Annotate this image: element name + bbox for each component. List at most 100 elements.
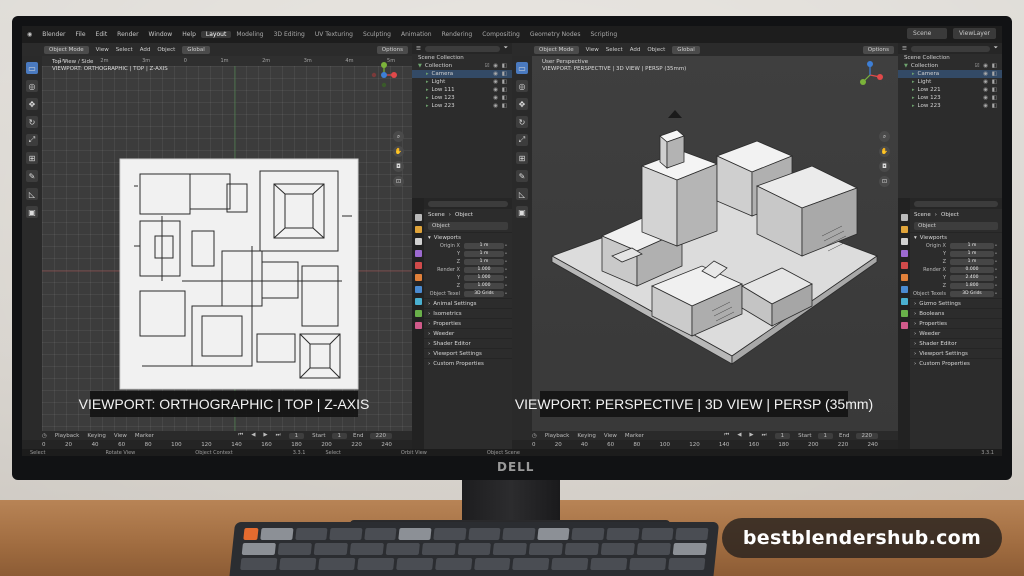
keyframe-dot-icon[interactable]: • bbox=[504, 251, 508, 257]
section-header[interactable]: › Viewport Settings bbox=[424, 348, 512, 358]
number-field[interactable]: 1 m bbox=[464, 243, 504, 249]
keyframe-dot-icon[interactable]: • bbox=[994, 291, 998, 297]
properties-search-input[interactable] bbox=[914, 200, 998, 207]
outliner-search-input[interactable] bbox=[424, 45, 500, 52]
data-tab-icon[interactable] bbox=[414, 310, 422, 317]
menu-select[interactable]: Select bbox=[116, 47, 133, 53]
material-tab-icon[interactable] bbox=[414, 322, 422, 329]
timeline-type-icon[interactable]: ◷ bbox=[42, 433, 47, 439]
transform-icon[interactable]: ⊞ bbox=[516, 152, 528, 164]
section-header[interactable]: › Shader Editor bbox=[910, 338, 1002, 348]
scale-icon[interactable]: ⤢ bbox=[26, 134, 38, 146]
section-header[interactable]: › Weeder bbox=[910, 328, 1002, 338]
keyframe-dot-icon[interactable]: • bbox=[504, 275, 508, 281]
outliner-row[interactable]: ▼ Collection ☑ ◉ ◧ bbox=[412, 62, 512, 70]
section-header[interactable]: › Viewport Settings bbox=[910, 348, 1002, 358]
keyframe-dot-icon[interactable]: • bbox=[504, 291, 508, 297]
visibility-icons[interactable]: ☑ ◉ ◧ bbox=[485, 63, 512, 69]
tab-compositing[interactable]: Compositing bbox=[477, 31, 525, 38]
outliner-type-icon[interactable]: ☰ bbox=[902, 46, 907, 52]
navigation-gizmo-icon[interactable] bbox=[370, 61, 398, 89]
section-header[interactable]: › Custom Properties bbox=[910, 358, 1002, 368]
end-frame-field[interactable]: 220 bbox=[855, 432, 878, 439]
play-reverse-icon[interactable]: ◀ bbox=[737, 432, 741, 439]
modifier-tab-icon[interactable] bbox=[414, 286, 422, 293]
outliner-row[interactable]: ▸ Camera ◉ ◧ bbox=[898, 70, 1002, 78]
viewport-orthographic[interactable]: Object Mode View Select Add Object Globa… bbox=[22, 43, 412, 431]
view-layer-tab-icon[interactable] bbox=[414, 250, 422, 257]
mode-selector[interactable]: Object Mode bbox=[534, 45, 579, 54]
jump-end-icon[interactable]: ⏭ bbox=[762, 432, 767, 439]
add-cube-icon[interactable]: ▣ bbox=[26, 206, 38, 218]
visibility-icons[interactable]: ◉ ◧ bbox=[983, 95, 1002, 101]
tool-tab-icon[interactable] bbox=[414, 214, 422, 221]
tab-animation[interactable]: Animation bbox=[396, 31, 437, 38]
menu-select[interactable]: Select bbox=[606, 47, 623, 53]
zoom-icon[interactable]: ⌕ bbox=[393, 131, 404, 142]
section-header[interactable]: › Custom Properties bbox=[424, 358, 512, 368]
menu-render[interactable]: Render bbox=[112, 31, 143, 38]
jump-end-icon[interactable]: ⏭ bbox=[276, 432, 281, 439]
tab-layout[interactable]: Layout bbox=[200, 31, 232, 38]
tab-scripting[interactable]: Scripting bbox=[585, 31, 622, 38]
tab-rendering[interactable]: Rendering bbox=[437, 31, 478, 38]
cursor-icon[interactable]: ◎ bbox=[26, 80, 38, 92]
visibility-icons[interactable]: ☑ ◉ ◧ bbox=[975, 63, 1002, 69]
rotate-icon[interactable]: ↻ bbox=[516, 116, 528, 128]
play-icon[interactable]: ▶ bbox=[263, 432, 267, 439]
outliner-row[interactable]: ▸ Low 223 ◉ ◧ bbox=[898, 102, 1002, 110]
outliner-row[interactable]: ▸ Low 111 ◉ ◧ bbox=[412, 86, 512, 94]
tool-tab-icon[interactable] bbox=[900, 214, 908, 221]
timeline-type-icon[interactable]: ◷ bbox=[532, 433, 537, 439]
tab-3d-editing[interactable]: 3D Editing bbox=[269, 31, 310, 38]
camera-icon[interactable]: ◘ bbox=[393, 161, 404, 172]
section-header[interactable]: ▾ Viewports bbox=[424, 232, 512, 242]
timeline-ruler[interactable]: 0 20 40 60 80 100 120 140 160 180 200 22… bbox=[22, 440, 412, 449]
visibility-icons[interactable]: ◉ ◧ bbox=[493, 87, 512, 93]
keyframe-dot-icon[interactable]: • bbox=[994, 243, 998, 249]
add-cube-icon[interactable]: ▣ bbox=[516, 206, 528, 218]
output-tab-icon[interactable] bbox=[900, 238, 908, 245]
scene-tab-icon[interactable] bbox=[900, 262, 908, 269]
visibility-icons[interactable]: ◉ ◧ bbox=[983, 103, 1002, 109]
section-header[interactable]: › Shader Editor bbox=[424, 338, 512, 348]
viewport-perspective[interactable]: Object Mode View Select Add Object Globa… bbox=[512, 43, 898, 431]
number-field[interactable]: 1 m bbox=[950, 251, 994, 257]
section-header[interactable]: › Isometrics bbox=[424, 308, 512, 318]
menu-add[interactable]: Add bbox=[140, 47, 151, 53]
render-tab-icon[interactable] bbox=[414, 226, 422, 233]
tab-modeling[interactable]: Modeling bbox=[231, 31, 268, 38]
number-field[interactable]: 1 m bbox=[464, 259, 504, 265]
menu-view[interactable]: View bbox=[586, 47, 599, 53]
visibility-icons[interactable]: ◉ ◧ bbox=[493, 79, 512, 85]
jump-start-icon[interactable]: ⏮ bbox=[724, 432, 729, 439]
blender-logo-icon[interactable]: ◉ bbox=[22, 31, 37, 38]
keyframe-dot-icon[interactable]: • bbox=[994, 267, 998, 273]
move-icon[interactable]: ✥ bbox=[516, 98, 528, 110]
measure-icon[interactable]: ◺ bbox=[516, 188, 528, 200]
keyframe-dot-icon[interactable]: • bbox=[504, 243, 508, 249]
outliner-row[interactable]: ▸ Low 223 ◉ ◧ bbox=[412, 102, 512, 110]
visibility-icons[interactable]: ◉ ◧ bbox=[493, 71, 512, 77]
current-frame-field[interactable]: 1 bbox=[774, 432, 791, 439]
section-header[interactable]: › Properties bbox=[910, 318, 1002, 328]
number-field[interactable]: 0.000 bbox=[950, 267, 994, 273]
number-field[interactable]: 1.000 bbox=[464, 275, 504, 281]
menu-view[interactable]: View bbox=[96, 47, 109, 53]
scene-selector[interactable]: Scene bbox=[907, 28, 948, 39]
visibility-icons[interactable]: ◉ ◧ bbox=[983, 71, 1002, 77]
menu-edit[interactable]: Edit bbox=[91, 31, 113, 38]
perspective-toggle-icon[interactable]: ⊡ bbox=[879, 176, 890, 187]
visibility-icons[interactable]: ◉ ◧ bbox=[493, 95, 512, 101]
number-field[interactable]: 1 m bbox=[950, 259, 994, 265]
scene-tab-icon[interactable] bbox=[414, 262, 422, 269]
outliner-row[interactable]: ▼ Collection ☑ ◉ ◧ bbox=[898, 62, 1002, 70]
dropdown-field[interactable]: 3D Grids bbox=[950, 291, 994, 297]
object-name-field[interactable]: Object bbox=[428, 222, 508, 230]
object-tab-icon[interactable] bbox=[414, 274, 422, 281]
scale-icon[interactable]: ⤢ bbox=[516, 134, 528, 146]
outliner-scene-collection[interactable]: Scene Collection bbox=[412, 54, 512, 62]
transform-orientation[interactable]: Global bbox=[182, 45, 210, 54]
number-field[interactable]: 1 m bbox=[950, 243, 994, 249]
transform-icon[interactable]: ⊞ bbox=[26, 152, 38, 164]
